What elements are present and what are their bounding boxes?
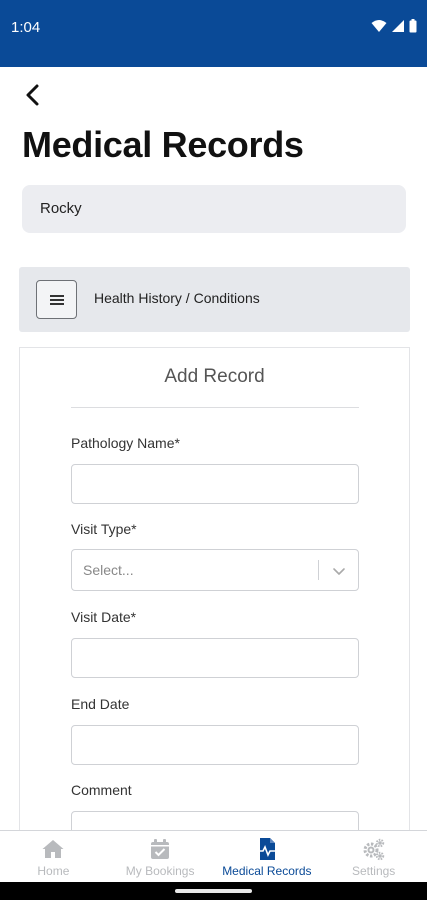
form-heading: Add Record [164, 366, 265, 387]
comment-label: Comment [71, 782, 132, 798]
visit-type-placeholder: Select... [83, 562, 134, 578]
add-record-form: Add Record Pathology Name* Visit Type* S… [19, 347, 410, 851]
wifi-icon [371, 20, 387, 32]
category-menu-button[interactable] [36, 280, 77, 319]
chevron-down-icon [333, 568, 345, 575]
back-button[interactable] [18, 80, 48, 110]
visit-type-label: Visit Type* [71, 521, 137, 537]
status-bar: 1:04 [0, 0, 427, 67]
nav-item-my-bookings[interactable]: My Bookings [107, 831, 214, 882]
home-icon [42, 840, 64, 858]
end-date-input[interactable] [71, 725, 359, 765]
bottom-nav: Home My Bookings Medical Records Setting… [0, 830, 427, 882]
nav-item-home[interactable]: Home [0, 831, 107, 882]
status-time: 1:04 [11, 19, 41, 36]
gesture-bar [0, 882, 427, 900]
nav-item-medical-records[interactable]: Medical Records [214, 831, 321, 882]
nav-label-my-bookings: My Bookings [125, 864, 195, 878]
category-label: Health History / Conditions [94, 290, 260, 306]
pathology-name-label: Pathology Name* [71, 435, 180, 451]
visit-date-label: Visit Date* [71, 609, 137, 625]
visit-date-input[interactable] [71, 638, 359, 678]
gears-icon [363, 838, 384, 861]
status-icons [371, 19, 417, 33]
nav-label-home: Home [37, 864, 70, 878]
nav-label-medical-records: Medical Records [222, 864, 312, 878]
select-separator [318, 560, 319, 580]
medical-file-icon [257, 838, 277, 860]
pathology-name-input[interactable] [71, 464, 359, 504]
hamburger-menu-icon [49, 294, 64, 305]
nav-label-settings: Settings [351, 864, 396, 878]
calendar-check-icon [151, 839, 170, 859]
nav-item-settings[interactable]: Settings [320, 831, 427, 882]
back-arrow-icon [26, 84, 39, 106]
pet-selector[interactable]: Rocky [22, 185, 406, 233]
signal-icon [392, 20, 404, 32]
end-date-label: End Date [71, 696, 130, 712]
battery-icon [409, 19, 417, 33]
category-bar: Health History / Conditions [19, 267, 410, 332]
page-title: Medical Records [22, 124, 304, 165]
visit-type-select[interactable]: Select... [71, 549, 359, 591]
home-gesture-handle[interactable] [175, 889, 252, 893]
form-divider [71, 407, 359, 408]
